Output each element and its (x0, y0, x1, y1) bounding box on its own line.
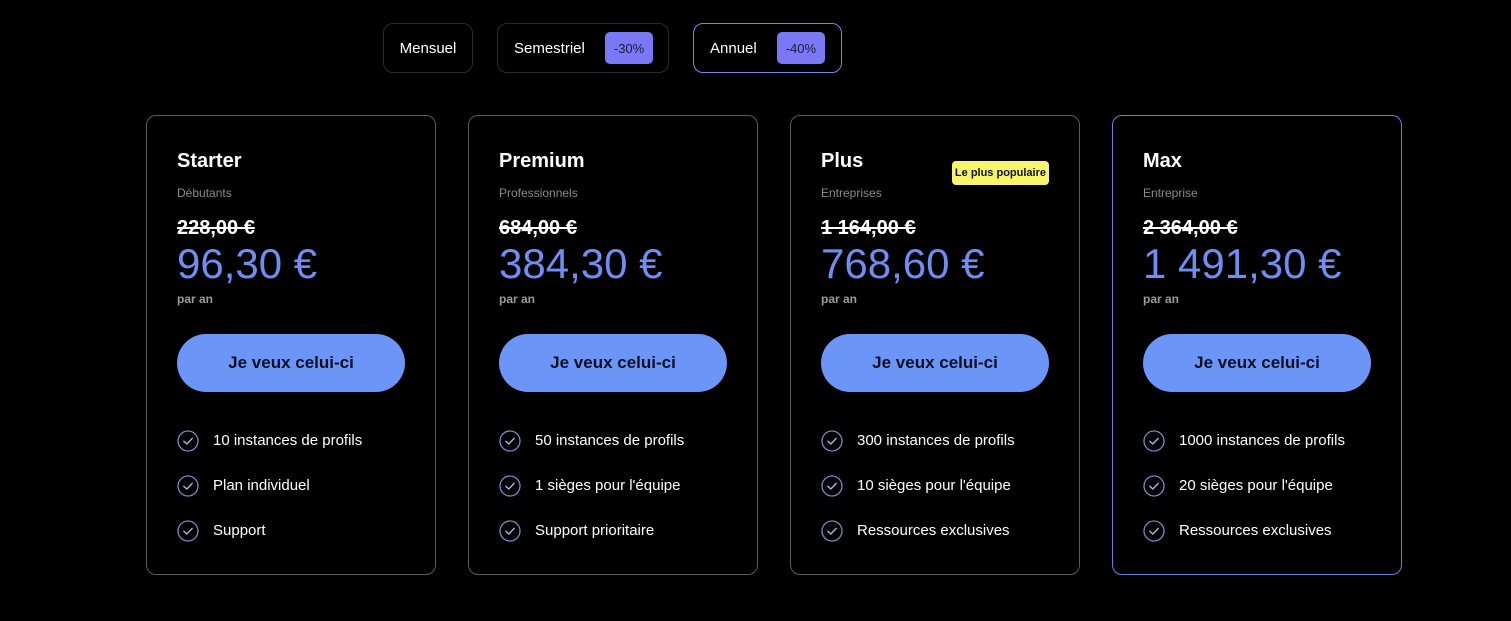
plan-period: par an (177, 292, 214, 306)
check-circle-icon (177, 474, 199, 497)
feature-item: 1000 instances de profils (1143, 428, 1371, 453)
check-circle-icon (499, 429, 521, 452)
feature-list: 50 instances de profils 1 sièges pour l'… (499, 428, 727, 543)
choose-plan-button[interactable]: Je veux celui-ci (821, 334, 1049, 392)
feature-list: 10 instances de profils Plan individuel … (177, 428, 405, 543)
feature-text: Support (213, 522, 266, 539)
plan-subtitle: Débutants (177, 186, 232, 200)
plan-period: par an (499, 292, 536, 306)
choose-plan-button[interactable]: Je veux celui-ci (1143, 334, 1371, 392)
plan-price: 384,30 € (499, 240, 663, 287)
feature-item: 50 instances de profils (499, 428, 727, 453)
plan-name: Starter (177, 150, 242, 172)
choose-plan-button[interactable]: Je veux celui-ci (177, 334, 405, 392)
feature-text: Support prioritaire (535, 522, 655, 539)
billing-period-toggle: Mensuel Semestriel -30% Annuel -40% (383, 23, 842, 73)
plan-card-plus: Le plus populaire Plus Entreprises 1 164… (790, 115, 1080, 575)
pricing-page: Mensuel Semestriel -30% Annuel -40% Star… (0, 0, 1511, 621)
feature-text: 1000 instances de profils (1179, 432, 1345, 449)
billing-option-label: Mensuel (399, 39, 457, 57)
feature-item: 20 sièges pour l'équipe (1143, 473, 1371, 498)
feature-text: 20 sièges pour l'équipe (1179, 477, 1333, 494)
plan-card-premium: Premium Professionnels 684,00 € 384,30 €… (468, 115, 758, 575)
plan-price: 96,30 € (177, 240, 318, 287)
plan-subtitle: Entreprise (1143, 186, 1198, 200)
choose-plan-button[interactable]: Je veux celui-ci (499, 334, 727, 392)
plan-period: par an (1143, 292, 1180, 306)
check-circle-icon (821, 474, 843, 497)
plan-period: par an (821, 292, 858, 306)
check-circle-icon (821, 519, 843, 542)
feature-text: 10 instances de profils (213, 432, 363, 449)
feature-item: 300 instances de profils (821, 428, 1049, 453)
feature-item: 1 sièges pour l'équipe (499, 473, 727, 498)
billing-option-monthly[interactable]: Mensuel (383, 23, 473, 73)
check-circle-icon (1143, 474, 1165, 497)
feature-text: 1 sièges pour l'équipe (535, 477, 681, 494)
feature-text: 50 instances de profils (535, 432, 685, 449)
plan-name: Premium (499, 150, 585, 172)
check-circle-icon (499, 474, 521, 497)
billing-option-annual[interactable]: Annuel -40% (693, 23, 842, 73)
feature-item: Plan individuel (177, 473, 405, 498)
feature-item: Support (177, 518, 405, 543)
plan-subtitle: Professionnels (499, 186, 578, 200)
feature-text: 10 sièges pour l'équipe (857, 477, 1011, 494)
feature-text: Plan individuel (213, 477, 310, 494)
plan-subtitle: Entreprises (821, 186, 882, 200)
plan-card-max: Max Entreprise 2 364,00 € 1 491,30 € par… (1112, 115, 1402, 575)
discount-badge: -40% (776, 32, 826, 64)
discount-badge: -30% (604, 32, 654, 64)
check-circle-icon (1143, 519, 1165, 542)
feature-item: 10 instances de profils (177, 428, 405, 453)
feature-text: Ressources exclusives (1179, 522, 1332, 539)
plan-price: 1 491,30 € (1143, 240, 1342, 287)
feature-text: 300 instances de profils (857, 432, 1015, 449)
plan-old-price: 228,00 € (177, 217, 255, 239)
plan-old-price: 684,00 € (499, 217, 577, 239)
check-circle-icon (499, 519, 521, 542)
check-circle-icon (1143, 429, 1165, 452)
pricing-cards: Starter Débutants 228,00 € 96,30 € par a… (146, 115, 1402, 575)
check-circle-icon (177, 429, 199, 452)
billing-option-semiannual[interactable]: Semestriel -30% (497, 23, 669, 73)
plan-old-price: 1 164,00 € (821, 217, 916, 239)
popular-badge: Le plus populaire (951, 161, 1049, 185)
feature-text: Ressources exclusives (857, 522, 1010, 539)
billing-option-label: Semestriel (514, 39, 585, 57)
feature-item: Ressources exclusives (1143, 518, 1371, 543)
plan-old-price: 2 364,00 € (1143, 217, 1238, 239)
check-circle-icon (177, 519, 199, 542)
billing-option-label: Annuel (710, 39, 757, 57)
feature-item: Support prioritaire (499, 518, 727, 543)
plan-card-starter: Starter Débutants 228,00 € 96,30 € par a… (146, 115, 436, 575)
check-circle-icon (821, 429, 843, 452)
plan-price: 768,60 € (821, 240, 985, 287)
feature-list: 300 instances de profils 10 sièges pour … (821, 428, 1049, 543)
feature-item: 10 sièges pour l'équipe (821, 473, 1049, 498)
feature-list: 1000 instances de profils 20 sièges pour… (1143, 428, 1371, 543)
plan-name: Max (1143, 150, 1182, 172)
feature-item: Ressources exclusives (821, 518, 1049, 543)
